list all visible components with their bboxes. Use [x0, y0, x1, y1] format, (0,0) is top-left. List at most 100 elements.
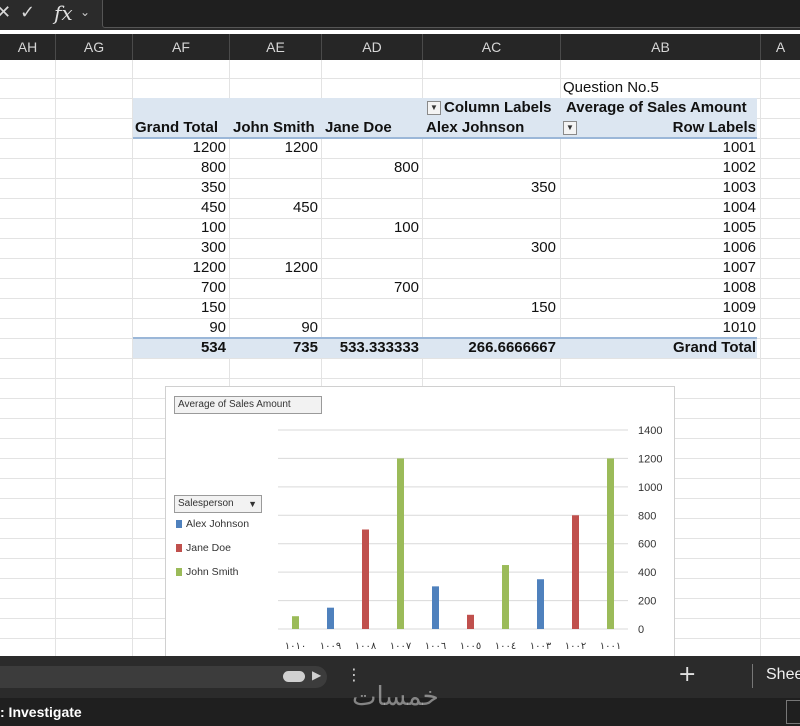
row-label-cell[interactable]: 1005: [561, 218, 756, 238]
column-header-af[interactable]: AF: [133, 34, 230, 60]
bar-jane-doe-2[interactable]: [362, 529, 369, 630]
bar-jane-doe-8[interactable]: [572, 515, 579, 629]
grand-total-cell[interactable]: 800: [133, 158, 226, 178]
john-smith-cell[interactable]: [230, 178, 318, 198]
grand-total-cell[interactable]: 1200: [133, 138, 226, 158]
jane-doe-cell[interactable]: [322, 138, 419, 158]
x-tick-label: ١٠٠١: [600, 641, 621, 652]
grand-total-jane-cell[interactable]: 533.333333: [322, 338, 419, 358]
row-label-cell[interactable]: 1002: [561, 158, 756, 178]
alex-johnson-cell[interactable]: [423, 258, 556, 278]
alex-johnson-cell[interactable]: 300: [423, 238, 556, 258]
bar-john-smith-3[interactable]: [397, 458, 404, 629]
jane-doe-cell[interactable]: 800: [322, 158, 419, 178]
y-tick-label: 600: [638, 539, 656, 551]
bar-alex-johnson-7[interactable]: [537, 579, 544, 629]
sheet-tab[interactable]: Shee: [766, 666, 800, 684]
grand-total-label[interactable]: Grand Total: [561, 338, 756, 358]
bar-john-smith-6[interactable]: [502, 565, 509, 629]
row-label-cell[interactable]: 1008: [561, 278, 756, 298]
enter-icon[interactable]: ✓: [20, 2, 35, 23]
column-header-ae[interactable]: AE: [230, 34, 322, 60]
jane-doe-cell[interactable]: 100: [322, 218, 419, 238]
jane-doe-cell[interactable]: [322, 238, 419, 258]
jane-doe-cell[interactable]: 700: [322, 278, 419, 298]
grand-total-cell[interactable]: 700: [133, 278, 226, 298]
scrollbar-thumb[interactable]: [283, 671, 305, 682]
row-label-cell[interactable]: 1009: [561, 298, 756, 318]
john-smith-cell[interactable]: [230, 298, 318, 318]
status-text[interactable]: : Investigate: [0, 704, 82, 720]
status-control[interactable]: [786, 700, 800, 724]
jane-doe-cell[interactable]: [322, 198, 419, 218]
john-smith-cell[interactable]: 450: [230, 198, 318, 218]
alex-johnson-cell[interactable]: [423, 318, 556, 338]
alex-johnson-cell[interactable]: [423, 198, 556, 218]
column-labels-filter-button[interactable]: ▼: [427, 101, 441, 115]
scroll-right-icon[interactable]: ▶: [312, 668, 321, 682]
formula-input[interactable]: [102, 0, 800, 28]
column-header-a[interactable]: A: [761, 34, 800, 60]
value-field-header[interactable]: Average of Sales Amount: [566, 98, 747, 118]
grand-total-total-cell[interactable]: 534: [133, 338, 226, 358]
grand-total-cell[interactable]: 1200: [133, 258, 226, 278]
row-labels-header[interactable]: Row Labels: [580, 118, 756, 138]
pivot-chart[interactable]: Average of Sales Amount Salesperson ▼ Al…: [165, 386, 675, 666]
alex-johnson-cell[interactable]: 150: [423, 298, 556, 318]
grand-total-cell[interactable]: 350: [133, 178, 226, 198]
jane-doe-cell[interactable]: [322, 318, 419, 338]
bar-john-smith-9[interactable]: [607, 458, 614, 629]
john-smith-cell[interactable]: 1200: [230, 138, 318, 158]
alex-johnson-cell[interactable]: [423, 218, 556, 238]
column-header-ad[interactable]: AD: [322, 34, 423, 60]
alex-johnson-cell[interactable]: [423, 278, 556, 298]
cancel-icon[interactable]: ✕: [0, 2, 11, 23]
row-label-cell[interactable]: 1010: [561, 318, 756, 338]
x-tick-label: ١٠٠٩: [320, 641, 341, 652]
question-title[interactable]: Question No.5: [563, 78, 659, 98]
grand-total-cell[interactable]: 150: [133, 298, 226, 318]
grand-total-alex-cell[interactable]: 266.6666667: [423, 338, 556, 358]
jane-doe-cell[interactable]: [322, 298, 419, 318]
row-label-cell[interactable]: 1006: [561, 238, 756, 258]
chevron-down-icon[interactable]: ⌄: [80, 5, 90, 19]
alex-johnson-cell[interactable]: 350: [423, 178, 556, 198]
alex-johnson-cell[interactable]: [423, 138, 556, 158]
bar-john-smith-0[interactable]: [292, 616, 299, 629]
column-labels-header[interactable]: Column Labels: [444, 98, 552, 118]
header-grand-total[interactable]: Grand Total: [135, 118, 218, 138]
row-label-cell[interactable]: 1007: [561, 258, 756, 278]
john-smith-cell[interactable]: [230, 218, 318, 238]
john-smith-cell[interactable]: 1200: [230, 258, 318, 278]
column-header-ab[interactable]: AB: [561, 34, 761, 60]
grand-total-john-cell[interactable]: 735: [230, 338, 318, 358]
row-label-cell[interactable]: 1003: [561, 178, 756, 198]
x-tick-label: ١٠٠٥: [460, 641, 481, 652]
grand-total-cell[interactable]: 90: [133, 318, 226, 338]
alex-johnson-cell[interactable]: [423, 158, 556, 178]
header-jane-doe[interactable]: Jane Doe: [325, 118, 392, 138]
insert-function-icon[interactable]: fx: [54, 1, 73, 25]
row-labels-filter-button[interactable]: ▼: [563, 121, 577, 135]
grand-total-cell[interactable]: 300: [133, 238, 226, 258]
john-smith-cell[interactable]: 90: [230, 318, 318, 338]
bar-jane-doe-5[interactable]: [467, 614, 474, 629]
john-smith-cell[interactable]: [230, 158, 318, 178]
add-sheet-icon[interactable]: +: [678, 662, 696, 687]
column-header-ac[interactable]: AC: [423, 34, 561, 60]
header-alex-johnson[interactable]: Alex Johnson: [426, 118, 524, 138]
jane-doe-cell[interactable]: [322, 178, 419, 198]
bar-alex-johnson-4[interactable]: [432, 586, 439, 629]
john-smith-cell[interactable]: [230, 238, 318, 258]
row-label-cell[interactable]: 1004: [561, 198, 756, 218]
row-label-cell[interactable]: 1001: [561, 138, 756, 158]
jane-doe-cell[interactable]: [322, 258, 419, 278]
column-header-ah[interactable]: AH: [0, 34, 56, 60]
column-header-ag[interactable]: AG: [56, 34, 133, 60]
john-smith-cell[interactable]: [230, 278, 318, 298]
grand-total-cell[interactable]: 100: [133, 218, 226, 238]
header-john-smith[interactable]: John Smith: [233, 118, 315, 138]
horizontal-scrollbar[interactable]: [0, 666, 327, 688]
bar-alex-johnson-1[interactable]: [327, 607, 334, 629]
grand-total-cell[interactable]: 450: [133, 198, 226, 218]
